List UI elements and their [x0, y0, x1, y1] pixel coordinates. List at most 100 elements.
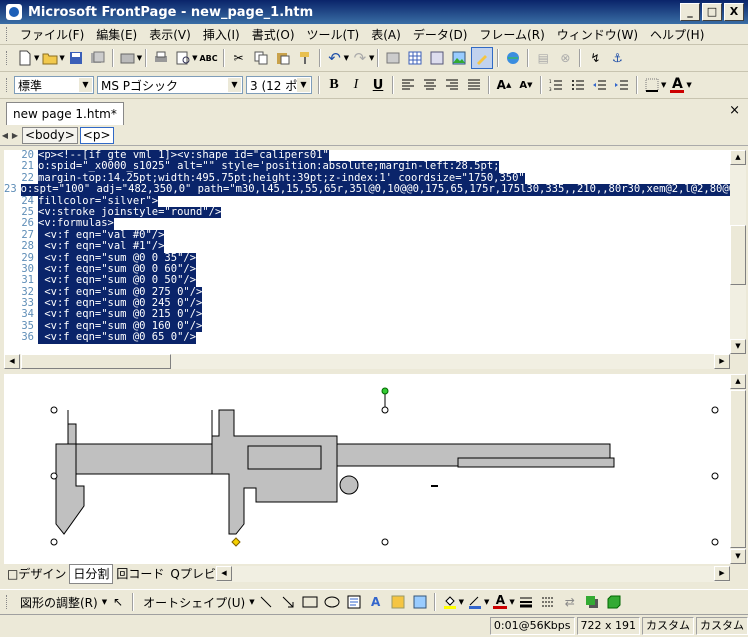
menu-insert[interactable]: 挿入(I)	[197, 26, 246, 43]
font-size-select[interactable]: 3 (12 ポ ▼	[246, 76, 312, 94]
bulleted-list-icon[interactable]	[568, 75, 588, 95]
spelling-icon[interactable]: ABC	[199, 48, 219, 68]
menu-table[interactable]: 表(A)	[365, 26, 407, 43]
scroll-down-icon[interactable]: ▼	[730, 549, 746, 564]
scroll-up-icon[interactable]: ▲	[730, 150, 746, 165]
menu-view[interactable]: 表示(V)	[143, 26, 197, 43]
scroll-up-icon[interactable]: ▲	[730, 374, 746, 389]
chevron-down-icon[interactable]: ▼	[228, 78, 241, 92]
fill-color-icon[interactable]	[440, 592, 460, 612]
code-line[interactable]: 31 <v:f eqn="sum @0 0 50"/>	[4, 274, 730, 287]
line-color-icon[interactable]	[465, 592, 485, 612]
font-color-icon[interactable]: A	[667, 75, 687, 95]
insert-picture-icon[interactable]	[449, 48, 469, 68]
copy-icon[interactable]	[251, 48, 271, 68]
borders-icon[interactable]	[642, 75, 662, 95]
menu-data[interactable]: データ(D)	[407, 26, 474, 43]
chevron-down-icon[interactable]: ▼	[102, 598, 107, 606]
align-right-icon[interactable]	[442, 75, 462, 95]
font-select[interactable]: MS Pゴシック ▼	[97, 76, 243, 94]
oval-icon[interactable]	[322, 592, 342, 612]
scroll-left-icon[interactable]: ◀	[216, 566, 232, 581]
tag-body[interactable]: <body>	[22, 126, 78, 144]
chevron-down-icon[interactable]: ▼	[509, 598, 514, 606]
menu-file[interactable]: ファイル(F)	[14, 26, 90, 43]
design-view-pane[interactable]	[4, 374, 730, 564]
code-horizontal-scrollbar[interactable]: ◀ ▶	[4, 354, 730, 369]
drawing-icon[interactable]	[471, 47, 494, 69]
menu-window[interactable]: ウィンドウ(W)	[551, 26, 644, 43]
code-view-pane[interactable]: 20 <p><!--[if gte vml 1]><v:shape id="cal…	[4, 150, 730, 354]
clipart-icon[interactable]	[388, 592, 408, 612]
calipers-shape[interactable]	[4, 374, 730, 564]
tab-new-page-1[interactable]: new page 1.htm*	[6, 102, 124, 125]
close-icon[interactable]: ×	[729, 103, 740, 118]
code-line[interactable]: 36 <v:f eqn="sum @0 65 0"/>	[4, 331, 730, 344]
increase-indent-icon[interactable]	[612, 75, 632, 95]
web-component-icon[interactable]	[383, 48, 403, 68]
chevron-down-icon[interactable]: ▼	[137, 54, 142, 62]
frontpage-app-icon[interactable]	[6, 4, 22, 20]
toolbar-grip[interactable]	[6, 51, 10, 65]
autoshapes-menu[interactable]: オートシェイプ(U)	[137, 594, 251, 611]
3d-style-icon[interactable]	[604, 592, 624, 612]
chevron-down-icon[interactable]: ▼	[34, 54, 39, 62]
bold-button[interactable]: B	[324, 75, 344, 95]
scroll-right-icon[interactable]: ▶	[714, 354, 730, 369]
design-vertical-scrollbar[interactable]: ▲ ▼	[730, 374, 746, 564]
chevron-down-icon[interactable]: ▼	[484, 598, 489, 606]
shadow-style-icon[interactable]	[582, 592, 602, 612]
insert-table-icon[interactable]	[405, 48, 425, 68]
code-line[interactable]: 23 o:spt="100" adj="482,350,0" path="m30,…	[4, 183, 730, 196]
maximize-button[interactable]: □	[702, 3, 722, 21]
scroll-down-icon[interactable]: ▼	[730, 339, 746, 354]
tag-prev-icon[interactable]: ◀	[0, 131, 10, 140]
tag-next-icon[interactable]: ▶	[10, 131, 20, 140]
decrease-font-icon[interactable]: A ▼	[516, 75, 536, 95]
menu-help[interactable]: ヘルプ(H)	[644, 26, 710, 43]
stop-icon[interactable]: ⊗	[555, 48, 575, 68]
redo-icon[interactable]: ↷	[350, 48, 370, 68]
align-left-icon[interactable]	[398, 75, 418, 95]
align-center-icon[interactable]	[420, 75, 440, 95]
draw-adjust-menu[interactable]: 図形の調整(R)	[14, 594, 104, 611]
select-pointer-icon[interactable]: ↖	[108, 592, 128, 612]
scroll-left-icon[interactable]: ◀	[4, 354, 20, 369]
adjust-handle[interactable]	[231, 537, 241, 547]
toolbar-grip[interactable]	[6, 27, 10, 41]
tab-code[interactable]: 回コード	[113, 565, 167, 583]
dash-style-icon[interactable]	[538, 592, 558, 612]
chevron-down-icon[interactable]: ▼	[79, 78, 92, 92]
picture-icon[interactable]	[410, 592, 430, 612]
tab-design[interactable]: □デザイン	[4, 565, 69, 583]
menu-tools[interactable]: ツール(T)	[301, 26, 366, 43]
scroll-thumb[interactable]	[730, 390, 746, 548]
menu-edit[interactable]: 編集(E)	[90, 26, 143, 43]
preview-icon[interactable]	[173, 48, 193, 68]
save-all-icon[interactable]	[88, 48, 108, 68]
print-icon[interactable]	[151, 48, 171, 68]
arrow-style-icon[interactable]: ⇄	[560, 592, 580, 612]
draw-font-color-icon[interactable]: A	[490, 592, 510, 612]
undo-icon[interactable]: ↶	[325, 48, 345, 68]
italic-button[interactable]: I	[346, 75, 366, 95]
chevron-down-icon[interactable]: ▼	[344, 54, 349, 62]
toolbar-grip[interactable]	[6, 78, 10, 92]
anchor-icon[interactable]: ⚓	[607, 48, 627, 68]
tab-split[interactable]: 日分割	[69, 564, 114, 584]
design-horizontal-scrollbar[interactable]: ◀ ▶	[216, 566, 730, 582]
chevron-down-icon[interactable]: ▼	[192, 54, 197, 62]
numbered-list-icon[interactable]: 13	[546, 75, 566, 95]
insert-layer-icon[interactable]	[427, 48, 447, 68]
justify-icon[interactable]	[464, 75, 484, 95]
chevron-down-icon[interactable]: ▼	[661, 81, 666, 89]
hyperlink-icon[interactable]	[503, 48, 523, 68]
wordart-icon[interactable]: A	[366, 592, 386, 612]
chevron-down-icon[interactable]: ▼	[686, 81, 691, 89]
selection-handles[interactable]	[50, 406, 719, 546]
scroll-right-icon[interactable]: ▶	[714, 566, 730, 581]
line-style-icon[interactable]	[516, 592, 536, 612]
menu-format[interactable]: 書式(O)	[246, 26, 301, 43]
close-button[interactable]: X	[724, 3, 744, 21]
format-painter-icon[interactable]	[295, 48, 315, 68]
